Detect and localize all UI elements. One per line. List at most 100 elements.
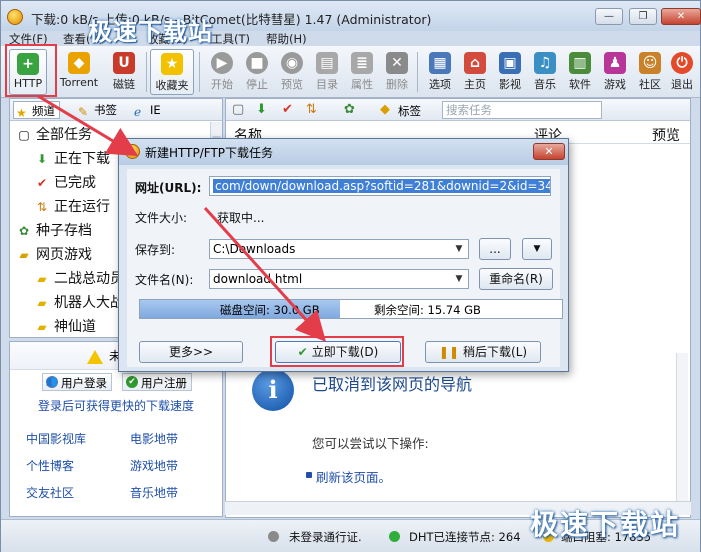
tab-bookmark[interactable]: ✎ 书签 <box>76 101 117 119</box>
favorites-button[interactable]: ★ 收藏夹 <box>150 49 194 95</box>
play-icon: ▶ <box>211 52 233 74</box>
tree-item-game3[interactable]: ▰ 神仙道 <box>34 316 96 338</box>
torrent-button[interactable]: ◆ Torrent <box>57 49 101 95</box>
tree-label: 二战总动员 <box>54 271 124 287</box>
tag-label[interactable]: 标签 <box>398 103 421 119</box>
properties-label: 属性 <box>351 78 373 91</box>
properties-button[interactable]: ≣ 属性 <box>343 49 381 95</box>
dialog-body: 网址(URL): com/down/download.asp?softid=28… <box>127 169 563 367</box>
game-button[interactable]: ♟ 游戏 <box>596 49 634 95</box>
game-label: 游戏 <box>604 78 626 91</box>
tree-item-all[interactable]: ▢ 全部任务 <box>16 124 92 146</box>
filename-field[interactable]: download.html ▼ <box>209 269 469 289</box>
arrow-down-icon[interactable]: ⬇ <box>256 102 267 117</box>
folder-icon: ▰ <box>37 296 47 310</box>
tree-label: 全部任务 <box>36 127 92 143</box>
software-icon: ▥ <box>569 52 591 74</box>
watermark-top: 极速下载站 <box>88 18 213 46</box>
tree-item-downloading[interactable]: ⬇ 正在下载 <box>34 148 110 170</box>
movie-label: 影视 <box>499 78 521 91</box>
stop-label: 停止 <box>246 78 268 91</box>
download-later-label: 稍后下载(L) <box>463 345 528 359</box>
browse-button[interactable]: ... <box>479 238 511 260</box>
software-button[interactable]: ▥ 软件 <box>561 49 599 95</box>
tree-item-torrent-archive[interactable]: ✿ 种子存档 <box>16 220 92 242</box>
disk-space-text: 磁盘空间: 30.0 GB <box>220 303 320 317</box>
exit-label: 退出 <box>671 78 693 91</box>
select-all-icon[interactable]: ▢ <box>232 102 244 117</box>
stop-button[interactable]: ■ 停止 <box>238 49 276 95</box>
browse-menu-button[interactable]: ▼ <box>522 238 552 260</box>
seed-icon[interactable]: ✿ <box>344 102 355 117</box>
tree-item-game2[interactable]: ▰ 机器人大战 <box>34 292 124 314</box>
tag-icon[interactable]: ◆ <box>380 102 390 117</box>
filename-value: download.html <box>213 272 303 286</box>
promo-text[interactable]: 登录后可获得更快的下载速度 <box>10 397 222 414</box>
close-button[interactable]: ✕ <box>661 8 701 25</box>
check-icon: ✔ <box>126 376 138 388</box>
check-icon: ✔ <box>36 176 48 190</box>
music-button[interactable]: ♫ 音乐 <box>526 49 564 95</box>
save-path-select[interactable]: C:\Downloads ▼ <box>209 239 469 259</box>
delete-button[interactable]: ✕ 删除 <box>378 49 416 95</box>
more-button[interactable]: 更多>> <box>139 341 243 363</box>
tree-item-webgames[interactable]: ▰ 网页游戏 <box>16 244 92 266</box>
main-toolbar: + HTTP ◆ Torrent U 磁链 ★ 收藏夹 ▶ 开始 ■ 停止 ◉ … <box>1 46 700 98</box>
game-icon: ♟ <box>604 52 626 74</box>
url-field[interactable]: com/down/download.asp?softid=281&downid=… <box>209 176 551 196</box>
download-later-button[interactable]: ❚❚ 稍后下载(L) <box>425 341 541 363</box>
community-button[interactable]: ☺ 社区 <box>631 49 669 95</box>
favorites-label: 收藏夹 <box>155 79 189 92</box>
options-button[interactable]: ▦ 选项 <box>421 49 459 95</box>
refresh-link[interactable]: 刷新该页面。 <box>305 467 391 486</box>
preview-button[interactable]: ◉ 预览 <box>273 49 311 95</box>
web-scrollbar[interactable] <box>676 353 688 513</box>
home-icon: ⌂ <box>464 52 486 74</box>
link-video-library[interactable]: 中国影视库 <box>26 430 86 447</box>
dialog-close-button[interactable]: ✕ <box>533 143 565 160</box>
tab-ie[interactable]: ℯ IE <box>132 101 161 119</box>
start-button[interactable]: ▶ 开始 <box>203 49 241 95</box>
rename-button[interactable]: 重命名(R) <box>479 268 553 290</box>
directory-button[interactable]: ▤ 目录 <box>308 49 346 95</box>
tree-label: 已完成 <box>54 175 96 191</box>
options-label: 选项 <box>429 78 451 91</box>
link-blog[interactable]: 个性博客 <box>26 457 74 474</box>
tree-item-game1[interactable]: ▰ 二战总动员 <box>34 268 124 290</box>
menu-file[interactable]: 文件(F) <box>9 31 48 47</box>
link-games[interactable]: 游戏地带 <box>130 457 178 474</box>
info-icon: i <box>252 369 294 411</box>
menu-help[interactable]: 帮助(H) <box>266 31 307 47</box>
toolbar-separator <box>199 52 200 92</box>
menu-tools[interactable]: 工具(T) <box>211 31 250 47</box>
folder-icon: ▰ <box>37 272 47 286</box>
http-button[interactable]: + HTTP <box>9 49 47 95</box>
web-panel: i 已取消到该网页的导航 您可以尝试以下操作: 刷新该页面。 <box>226 349 690 517</box>
star-icon: ★ <box>161 53 183 75</box>
home-button[interactable]: ⌂ 主页 <box>456 49 494 95</box>
check-icon[interactable]: ✔ <box>282 102 293 117</box>
chevron-down-icon: ▼ <box>455 274 463 284</box>
link-music[interactable]: 音乐地带 <box>130 484 178 501</box>
link-movies[interactable]: 电影地带 <box>130 430 178 447</box>
user-register-button[interactable]: ✔ 用户注册 <box>122 373 192 391</box>
film-icon: ▣ <box>499 52 521 74</box>
tree-item-completed[interactable]: ✔ 已完成 <box>34 172 96 194</box>
movie-button[interactable]: ▣ 影视 <box>491 49 529 95</box>
exit-button[interactable]: ⏻ 退出 <box>665 49 699 95</box>
download-now-button[interactable]: ✔ 立即下载(D) <box>275 341 401 363</box>
magnet-button[interactable]: U 磁链 <box>105 49 143 95</box>
updown-icon[interactable]: ⇅ <box>306 102 317 117</box>
login-status[interactable]: 未登录通行证. <box>289 529 362 545</box>
bookmark-icon: ✎ <box>78 105 89 119</box>
link-social[interactable]: 交友社区 <box>26 484 74 501</box>
user-login-button[interactable]: 👥 用户登录 <box>42 373 112 391</box>
search-input[interactable]: 搜索任务 <box>442 101 602 119</box>
seed-icon: ✿ <box>18 224 30 238</box>
minimize-button[interactable]: — <box>595 8 623 25</box>
tab-channel[interactable]: ★ 频道 <box>13 101 60 120</box>
tree-item-running[interactable]: ⇅ 正在运行 <box>34 196 110 218</box>
column-preview[interactable]: 预览 <box>652 125 680 145</box>
maximize-button[interactable]: ❐ <box>629 8 657 25</box>
save-label: 保存到: <box>135 243 176 257</box>
